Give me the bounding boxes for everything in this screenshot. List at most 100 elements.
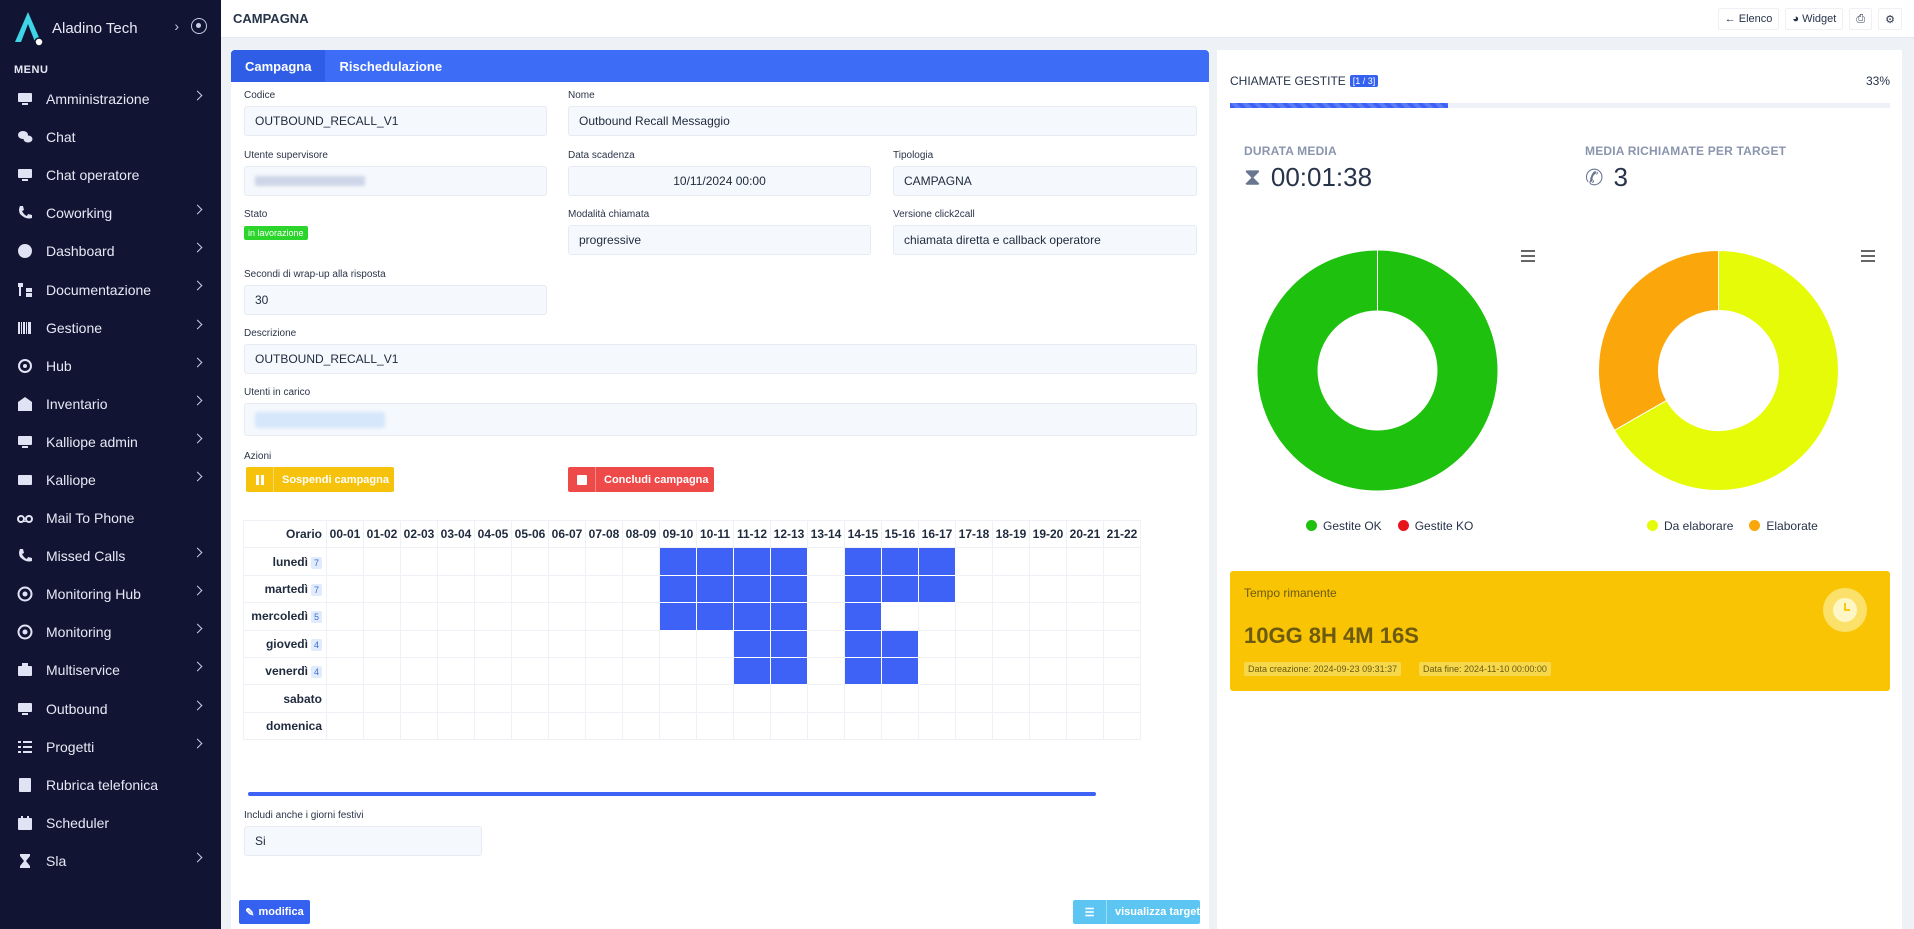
sidebar-item-progetti[interactable]: Progetti xyxy=(0,728,221,766)
sidebar-item-rubrica-telefonica[interactable]: Rubrica telefonica xyxy=(0,766,221,804)
schedule-cell[interactable] xyxy=(622,602,660,631)
schedule-cell[interactable] xyxy=(400,711,438,741)
schedule-cell[interactable] xyxy=(807,574,845,604)
tipologia-field[interactable]: CAMPAGNA xyxy=(893,166,1197,196)
schedule-cell[interactable] xyxy=(696,684,734,713)
schedule-cell[interactable] xyxy=(770,684,808,713)
schedule-cell[interactable] xyxy=(1103,684,1141,713)
schedule-cell[interactable] xyxy=(807,602,845,631)
sidebar-item-coworking[interactable]: Coworking xyxy=(0,194,221,232)
schedule-cell[interactable] xyxy=(585,656,623,686)
schedule-cell[interactable] xyxy=(474,574,512,604)
schedule-cell[interactable] xyxy=(844,656,882,686)
schedule-cell[interactable] xyxy=(585,602,623,631)
schedule-cell[interactable] xyxy=(955,602,993,631)
schedule-cell[interactable] xyxy=(881,547,919,576)
schedule-cell[interactable] xyxy=(363,574,401,604)
schedule-cell[interactable] xyxy=(844,629,882,658)
schedule-cell[interactable] xyxy=(992,602,1030,631)
schedule-cell[interactable] xyxy=(955,547,993,576)
schedule-cell[interactable] xyxy=(511,629,549,658)
schedule-cell[interactable] xyxy=(1103,629,1141,658)
schedule-cell[interactable] xyxy=(400,602,438,631)
scadenza-field[interactable]: 10/11/2024 00:00 xyxy=(568,166,871,196)
schedule-cell[interactable] xyxy=(400,547,438,576)
sidebar-item-gestione[interactable]: Gestione xyxy=(0,309,221,347)
schedule-cell[interactable] xyxy=(585,547,623,576)
schedule-cell[interactable] xyxy=(844,547,882,576)
schedule-cell[interactable] xyxy=(1103,547,1141,576)
schedule-cell[interactable] xyxy=(955,574,993,604)
suspend-campaign-button[interactable]: Sospendi campagna xyxy=(246,467,394,492)
chart1-menu-icon[interactable] xyxy=(1521,250,1535,262)
modifica-button[interactable]: ✎ modifica xyxy=(239,900,310,924)
schedule-cell[interactable] xyxy=(474,684,512,713)
schedule-cell[interactable] xyxy=(918,547,956,576)
schedule-cell[interactable] xyxy=(918,656,956,686)
schedule-cell[interactable] xyxy=(881,574,919,604)
legend-item[interactable]: Gestite KO xyxy=(1397,519,1473,533)
sidebar-item-outbound[interactable]: Outbound xyxy=(0,690,221,728)
sidebar-item-amministrazione[interactable]: Amministrazione xyxy=(0,80,221,118)
schedule-cell[interactable] xyxy=(363,656,401,686)
sidebar-item-kalliope-admin[interactable]: Kalliope admin xyxy=(0,423,221,461)
schedule-cell[interactable] xyxy=(733,684,771,713)
sidebar-item-sla[interactable]: Sla xyxy=(0,842,221,880)
schedule-cell[interactable] xyxy=(770,574,808,604)
schedule-cell[interactable] xyxy=(1029,684,1067,713)
sidebar-item-chat[interactable]: Chat xyxy=(0,118,221,156)
schedule-cell[interactable] xyxy=(548,602,586,631)
schedule-cell[interactable] xyxy=(881,684,919,713)
legend-item[interactable]: Da elaborare xyxy=(1647,519,1733,533)
schedule-cell[interactable] xyxy=(770,547,808,576)
schedule-cell[interactable] xyxy=(548,711,586,741)
schedule-cell[interactable] xyxy=(326,547,364,576)
sidebar-item-dashboard[interactable]: Dashboard xyxy=(0,232,221,270)
codice-field[interactable]: OUTBOUND_RECALL_V1 xyxy=(244,106,547,136)
settings-button[interactable]: ⚙ xyxy=(1878,8,1902,30)
schedule-cell[interactable] xyxy=(1029,547,1067,576)
versione-field[interactable]: chiamata diretta e callback operatore xyxy=(893,225,1197,255)
schedule-cell[interactable] xyxy=(511,547,549,576)
visualizza-target-button[interactable]: ☰ visualizza target xyxy=(1073,900,1200,924)
print-button[interactable]: ⎙ xyxy=(1849,8,1873,30)
schedule-cell[interactable] xyxy=(696,629,734,658)
schedule-cell[interactable] xyxy=(659,629,697,658)
schedule-cell[interactable] xyxy=(881,602,919,631)
schedule-cell[interactable] xyxy=(807,629,845,658)
schedule-cell[interactable] xyxy=(733,656,771,686)
schedule-cell[interactable] xyxy=(326,602,364,631)
festivi-field[interactable]: Si xyxy=(244,826,482,856)
schedule-cell[interactable] xyxy=(363,629,401,658)
sidebar-item-missed-calls[interactable]: Missed Calls xyxy=(0,537,221,575)
schedule-cell[interactable] xyxy=(770,629,808,658)
tab-rischedulazione[interactable]: Rischedulazione xyxy=(325,50,456,82)
schedule-cell[interactable] xyxy=(400,574,438,604)
schedule-cell[interactable] xyxy=(1103,656,1141,686)
schedule-scrollbar[interactable] xyxy=(248,792,1096,796)
schedule-cell[interactable] xyxy=(474,711,512,741)
schedule-cell[interactable] xyxy=(363,547,401,576)
schedule-cell[interactable] xyxy=(696,547,734,576)
schedule-cell[interactable] xyxy=(1066,656,1104,686)
schedule-cell[interactable] xyxy=(548,547,586,576)
schedule-cell[interactable] xyxy=(955,656,993,686)
schedule-cell[interactable] xyxy=(1103,711,1141,741)
supervisore-field[interactable] xyxy=(244,166,547,196)
wrapup-field[interactable]: 30 xyxy=(244,285,547,315)
schedule-cell[interactable] xyxy=(585,629,623,658)
schedule-cell[interactable] xyxy=(585,574,623,604)
schedule-cell[interactable] xyxy=(548,684,586,713)
sidebar-item-scheduler[interactable]: Scheduler xyxy=(0,804,221,842)
schedule-cell[interactable] xyxy=(400,629,438,658)
schedule-cell[interactable] xyxy=(807,711,845,741)
schedule-cell[interactable] xyxy=(881,629,919,658)
sidebar-item-documentazione[interactable]: Documentazione xyxy=(0,270,221,308)
schedule-cell[interactable] xyxy=(955,684,993,713)
schedule-cell[interactable] xyxy=(326,711,364,741)
schedule-cell[interactable] xyxy=(400,656,438,686)
schedule-cell[interactable] xyxy=(807,547,845,576)
schedule-cell[interactable] xyxy=(1066,711,1104,741)
schedule-cell[interactable] xyxy=(992,629,1030,658)
schedule-cell[interactable] xyxy=(437,684,475,713)
